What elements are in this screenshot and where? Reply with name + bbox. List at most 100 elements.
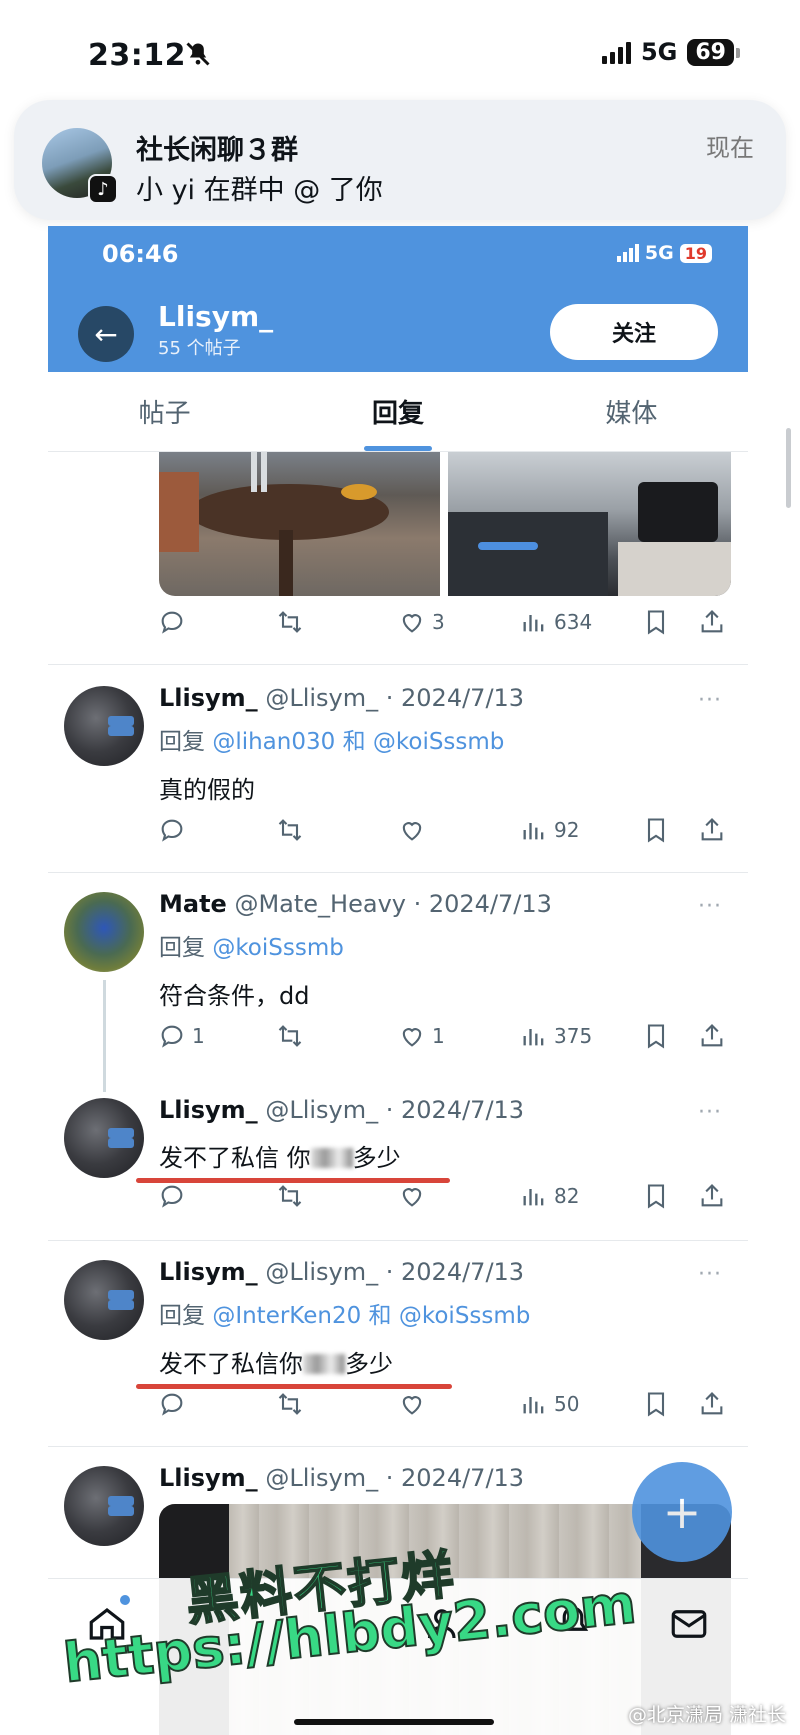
table-illustration (159, 452, 389, 596)
home-indicator[interactable] (294, 1719, 494, 1725)
tweet-author[interactable]: Llisym_ (159, 684, 258, 712)
mention-link[interactable]: @InterKen20 (212, 1303, 361, 1329)
share-icon (701, 1184, 723, 1207)
share-button[interactable] (698, 1390, 726, 1418)
reply-button[interactable] (158, 816, 186, 844)
views-icon (523, 1029, 544, 1046)
repost-icon (278, 1393, 302, 1415)
tweet-text-part: 多少 (352, 1144, 401, 1172)
share-button[interactable] (698, 816, 726, 844)
post-photo-car[interactable] (448, 452, 731, 596)
like-button[interactable] (398, 816, 426, 844)
tweet-header: Llisym_ @Llisym_ · 2024/7/13 (159, 1096, 524, 1124)
repost-icon (278, 611, 302, 633)
more-icon[interactable]: ··· (698, 894, 722, 919)
views-button[interactable]: 375 (520, 1022, 592, 1050)
share-button[interactable] (698, 1022, 726, 1050)
like-button[interactable] (398, 1390, 426, 1418)
share-button[interactable] (698, 608, 726, 636)
mention-link[interactable]: @koiSssmb (212, 935, 344, 961)
bookmark-button[interactable] (642, 1022, 670, 1050)
heart-icon (402, 614, 422, 633)
comment-icon (161, 1393, 183, 1416)
views-button[interactable]: 50 (520, 1390, 579, 1418)
avatar[interactable] (64, 1098, 144, 1178)
view-count: 375 (554, 1024, 593, 1048)
like-button[interactable]: 1 (398, 1022, 445, 1050)
views-button[interactable]: 634 (520, 608, 592, 636)
divider (48, 1446, 748, 1447)
outer-status-bar: 23:12 5G 69 (0, 0, 800, 110)
tweet-author[interactable]: Mate (159, 890, 227, 918)
reply-prefix: 回复 (159, 1303, 205, 1329)
tweet-header: Mate @Mate_Heavy · 2024/7/13 (159, 890, 552, 918)
mention-link[interactable]: @koiSssmb (373, 729, 505, 755)
repost-button[interactable] (276, 1390, 304, 1418)
avatar[interactable] (64, 892, 144, 972)
heart-icon (402, 1188, 422, 1207)
avatar[interactable] (64, 1466, 144, 1546)
avatar[interactable] (64, 686, 144, 766)
bookmark-button[interactable] (642, 608, 670, 636)
mention-link[interactable]: @lihan030 (212, 729, 335, 755)
repost-button[interactable] (276, 1022, 304, 1050)
mail-icon[interactable] (668, 1603, 710, 1645)
tweet-text-part: 多少 (345, 1350, 393, 1378)
follow-button[interactable]: 关注 (550, 304, 718, 360)
battery-indicator: 69 (687, 38, 740, 66)
tab-replies[interactable]: 回复 (281, 372, 514, 451)
reply-button[interactable] (158, 1182, 186, 1210)
reply-button[interactable] (158, 608, 186, 636)
like-button[interactable]: 3 (398, 608, 445, 636)
tiktok-app-icon: ♪ (88, 174, 118, 204)
tweet-author[interactable]: Llisym_ (159, 1258, 258, 1286)
censored-blur (303, 1354, 345, 1374)
post-photo-table[interactable] (159, 452, 440, 596)
views-button[interactable]: 92 (520, 816, 579, 844)
inner-network-label: 5G (644, 242, 674, 264)
mention-link[interactable]: @koiSssmb (399, 1303, 531, 1329)
reply-button[interactable]: 1 (158, 1022, 205, 1050)
tweet-author[interactable]: Llisym_ (159, 1096, 258, 1124)
view-count: 634 (554, 610, 593, 634)
repost-icon (278, 1025, 302, 1047)
reply-context: 回复 @koiSssmb (159, 928, 344, 962)
like-button[interactable] (398, 1182, 426, 1210)
reply-button[interactable] (158, 1390, 186, 1418)
tab-posts[interactable]: 帖子 (48, 372, 281, 451)
views-icon (523, 1189, 544, 1206)
reply-context: 回复 @InterKen20 和 @koiSssmb (159, 1296, 530, 1330)
more-icon[interactable]: ··· (698, 688, 722, 713)
tweet-author[interactable]: Llisym_ (159, 1464, 258, 1492)
more-icon[interactable]: ··· (698, 1100, 722, 1125)
comment-icon (161, 611, 183, 634)
mention-and: 和 (342, 729, 366, 755)
thread-line (103, 980, 106, 1092)
network-label: 5G (640, 38, 678, 66)
tweet-actions: 50 (158, 1390, 728, 1430)
bookmark-button[interactable] (642, 816, 670, 844)
weibo-credit: @北京潇局 潇社长 (627, 1704, 786, 1726)
share-icon (701, 1392, 723, 1415)
comment-icon (161, 819, 183, 842)
scrollbar[interactable] (786, 428, 791, 508)
profile-name: Llisym_ (158, 300, 274, 333)
views-button[interactable]: 82 (520, 1182, 579, 1210)
repost-button[interactable] (276, 816, 304, 844)
avatar[interactable] (64, 1260, 144, 1340)
bookmark-button[interactable] (642, 1390, 670, 1418)
like-count: 1 (432, 1024, 445, 1048)
compose-button[interactable]: + (632, 1462, 732, 1562)
notification-banner[interactable]: ♪ 社长闲聊３群 小 yi 在群中 @ 了你 现在 (14, 100, 786, 220)
bookmark-button[interactable] (642, 1182, 670, 1210)
repost-button[interactable] (276, 1182, 304, 1210)
repost-button[interactable] (276, 608, 304, 636)
screenshot: 23:12 5G 69 ♪ 社长闲聊３群 小 yi 在群中 @ 了你 现在 06… (0, 0, 800, 1735)
bookmark-icon (647, 610, 665, 635)
more-icon[interactable]: ··· (698, 1262, 722, 1287)
share-button[interactable] (698, 1182, 726, 1210)
tab-media[interactable]: 媒体 (515, 372, 748, 451)
back-button[interactable]: ← (78, 306, 134, 362)
status-time: 23:12 (88, 38, 186, 73)
view-count: 50 (554, 1392, 580, 1416)
